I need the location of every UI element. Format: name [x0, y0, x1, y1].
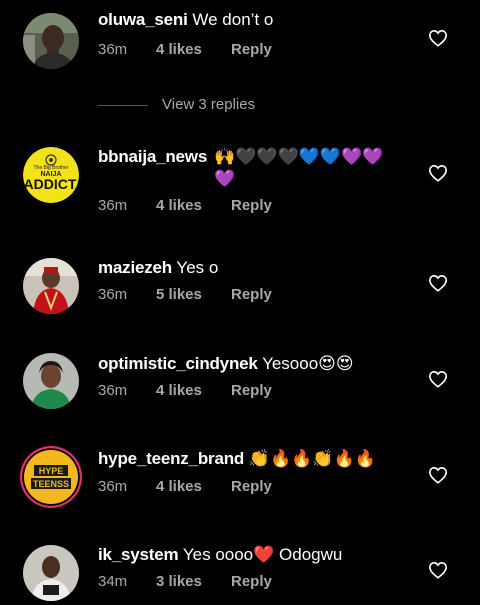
avatar-logo-text: TEENSS	[33, 479, 69, 489]
comment-text-wrapped: 🙌🖤🖤🖤💙💙💜💜💜	[214, 146, 394, 190]
likes-count[interactable]: 4 likes	[156, 478, 202, 495]
view-replies-label: View 3 replies	[162, 96, 256, 113]
avatar[interactable]	[23, 353, 79, 409]
comment-line: bbnaija_news	[98, 146, 207, 168]
avatar[interactable]	[23, 258, 79, 314]
heart-outline-icon[interactable]	[428, 29, 448, 47]
comment-text: Yes oooo❤️ Odogwu	[182, 545, 343, 564]
username-link[interactable]: hype_teenz_brand	[98, 449, 244, 468]
comment-text: Yesooo😍😍	[262, 354, 354, 373]
timestamp: 36m	[98, 41, 128, 58]
reply-button[interactable]: Reply	[231, 478, 272, 495]
reply-button[interactable]: Reply	[231, 41, 272, 58]
username-link[interactable]: maziezeh	[98, 258, 172, 277]
comment-line: ik_system Yes oooo❤️ Odogwu	[98, 544, 342, 566]
avatar[interactable]: The Big Brother NAIJA ADDICT	[23, 147, 79, 203]
replies-divider	[98, 105, 148, 106]
likes-count[interactable]: 3 likes	[156, 573, 202, 590]
comment-line: hype_teenz_brand 👏🔥🔥👏🔥🔥	[98, 448, 376, 470]
timestamp: 36m	[98, 286, 128, 303]
reply-button[interactable]: Reply	[231, 573, 272, 590]
heart-outline-icon[interactable]	[428, 561, 448, 579]
avatar[interactable]: HYPE TEENSS	[20, 446, 82, 508]
timestamp: 36m	[98, 197, 128, 214]
comment-line: optimistic_cindynek Yesooo😍😍	[98, 353, 354, 375]
heart-outline-icon[interactable]	[428, 164, 448, 182]
reply-button[interactable]: Reply	[231, 286, 272, 303]
avatar[interactable]	[23, 13, 79, 69]
comment-line: maziezeh Yes o	[98, 257, 218, 279]
comment-text: We don’t o	[192, 10, 274, 29]
likes-count[interactable]: 4 likes	[156, 382, 202, 399]
reply-button[interactable]: Reply	[231, 382, 272, 399]
username-link[interactable]: optimistic_cindynek	[98, 354, 258, 373]
username-link[interactable]: ik_system	[98, 545, 179, 564]
heart-outline-icon[interactable]	[428, 274, 448, 292]
timestamp: 36m	[98, 478, 128, 495]
comment-text: 🙌🖤🖤🖤💙💙💜💜💜	[214, 147, 384, 188]
username-link[interactable]: oluwa_seni	[98, 10, 188, 29]
heart-outline-icon[interactable]	[428, 466, 448, 484]
avatar[interactable]	[23, 545, 79, 601]
timestamp: 36m	[98, 382, 128, 399]
timestamp: 34m	[98, 573, 128, 590]
comment-line: oluwa_seni We don’t o	[98, 9, 273, 31]
heart-outline-icon[interactable]	[428, 370, 448, 388]
likes-count[interactable]: 4 likes	[156, 41, 202, 58]
likes-count[interactable]: 4 likes	[156, 197, 202, 214]
reply-button[interactable]: Reply	[231, 197, 272, 214]
avatar-logo-text: HYPE	[39, 466, 64, 476]
likes-count[interactable]: 5 likes	[156, 286, 202, 303]
username-link[interactable]: bbnaija_news	[98, 147, 207, 166]
comment-text: Yes o	[176, 258, 219, 277]
comment-text: 👏🔥🔥👏🔥🔥	[248, 449, 376, 468]
avatar-logo-text: ADDICT	[24, 176, 77, 192]
